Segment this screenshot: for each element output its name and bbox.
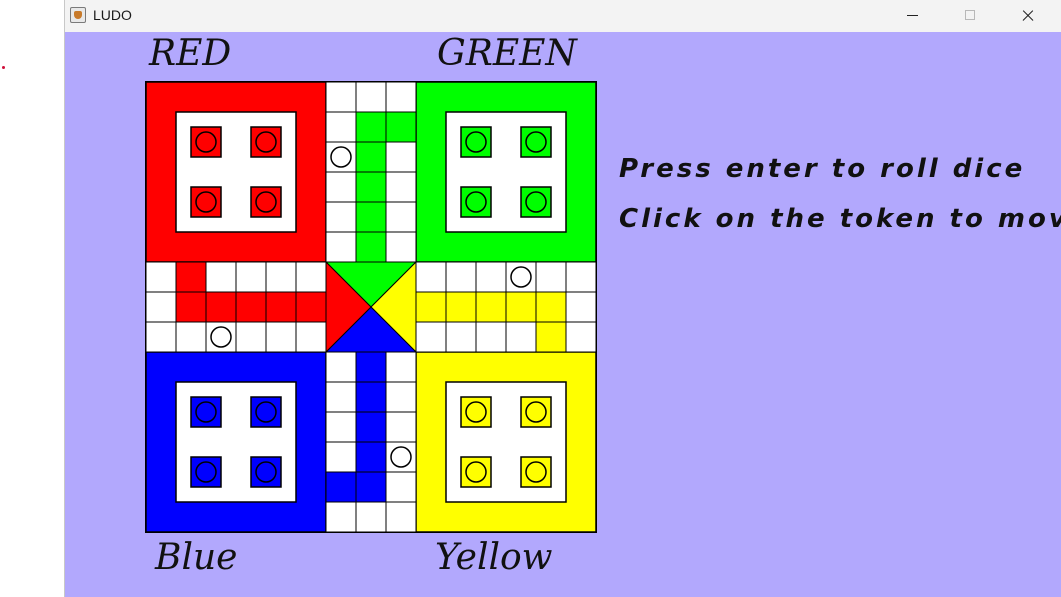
close-icon[interactable] [999, 0, 1057, 32]
track-cell [175, 291, 207, 323]
track-cell [175, 261, 207, 293]
track-cell [145, 291, 177, 323]
track-cell [295, 321, 327, 353]
track-cell [325, 411, 357, 443]
track-cell [295, 291, 327, 323]
track-cell [385, 171, 417, 203]
track-cell [295, 261, 327, 293]
label-red: RED [149, 33, 232, 74]
track-cell [355, 231, 387, 263]
java-cup-icon [70, 7, 86, 23]
track-cell [505, 291, 537, 323]
track-cell [325, 201, 357, 233]
track-cell [565, 291, 597, 323]
track-cell [265, 261, 297, 293]
track-cell [385, 81, 417, 113]
track-cell [445, 291, 477, 323]
track-cell [205, 261, 237, 293]
minimize-icon[interactable] [883, 0, 941, 32]
safe-cell-circle [210, 326, 232, 348]
safe-cell-circle [510, 266, 532, 288]
track-cell [325, 441, 357, 473]
track-cell [325, 171, 357, 203]
track-cell [325, 381, 357, 413]
instruction-roll: Press enter to roll dice [619, 154, 1026, 184]
track-cell [325, 231, 357, 263]
track-cell [385, 141, 417, 173]
track-cell [385, 501, 417, 533]
track-cell [355, 81, 387, 113]
track-cell [355, 411, 387, 443]
track-cell [565, 261, 597, 293]
track-cell [535, 261, 567, 293]
track-cell [355, 441, 387, 473]
track-cell [145, 261, 177, 293]
track-cell [475, 291, 507, 323]
track-cell [355, 351, 387, 383]
track-cell [385, 381, 417, 413]
track-cell [235, 321, 267, 353]
track-cell [535, 321, 567, 353]
track-cell [235, 261, 267, 293]
track-cell [355, 501, 387, 533]
track-cell [355, 201, 387, 233]
track-cell [415, 261, 447, 293]
ludo-board[interactable] [145, 81, 597, 533]
track-cell [385, 411, 417, 443]
track-cell [475, 261, 507, 293]
track-cell [355, 111, 387, 143]
track-cell [145, 321, 177, 353]
track-cell [445, 261, 477, 293]
track-cell [355, 471, 387, 503]
track-cell [475, 321, 507, 353]
track-cell [415, 291, 447, 323]
track-cell [415, 321, 447, 353]
track-cell [445, 321, 477, 353]
label-yellow: Yellow [435, 537, 553, 578]
window-title: LUDO [93, 7, 132, 23]
track-cell [325, 471, 357, 503]
label-green: GREEN [437, 33, 577, 74]
track-cell [265, 321, 297, 353]
track-cell [385, 201, 417, 233]
track-cell [265, 291, 297, 323]
track-cell [175, 321, 207, 353]
track-cell [235, 291, 267, 323]
game-panel[interactable]: RED GREEN Blue Yellow Press enter to rol… [65, 32, 1061, 597]
stray-dot [2, 66, 5, 69]
maximize-icon[interactable] [941, 0, 999, 32]
label-blue: Blue [155, 537, 238, 578]
title-bar[interactable]: LUDO [65, 0, 1061, 32]
track-cell [565, 321, 597, 353]
safe-cell-circle [330, 146, 352, 168]
track-cell [205, 291, 237, 323]
track-cell [385, 351, 417, 383]
track-cell [325, 111, 357, 143]
track-cell [325, 351, 357, 383]
track-cell [325, 501, 357, 533]
track-cell [385, 111, 417, 143]
track-cell [385, 471, 417, 503]
track-cell [325, 81, 357, 113]
app-window: LUDO RED GREEN Blue Yellow Press enter t… [64, 0, 1061, 597]
track-cell [385, 231, 417, 263]
instruction-move: Click on the token to move [619, 204, 1061, 234]
track-cell [355, 381, 387, 413]
track-cell [535, 291, 567, 323]
track-cell [355, 171, 387, 203]
track-cell [505, 321, 537, 353]
safe-cell-circle [390, 446, 412, 468]
track-cell [355, 141, 387, 173]
